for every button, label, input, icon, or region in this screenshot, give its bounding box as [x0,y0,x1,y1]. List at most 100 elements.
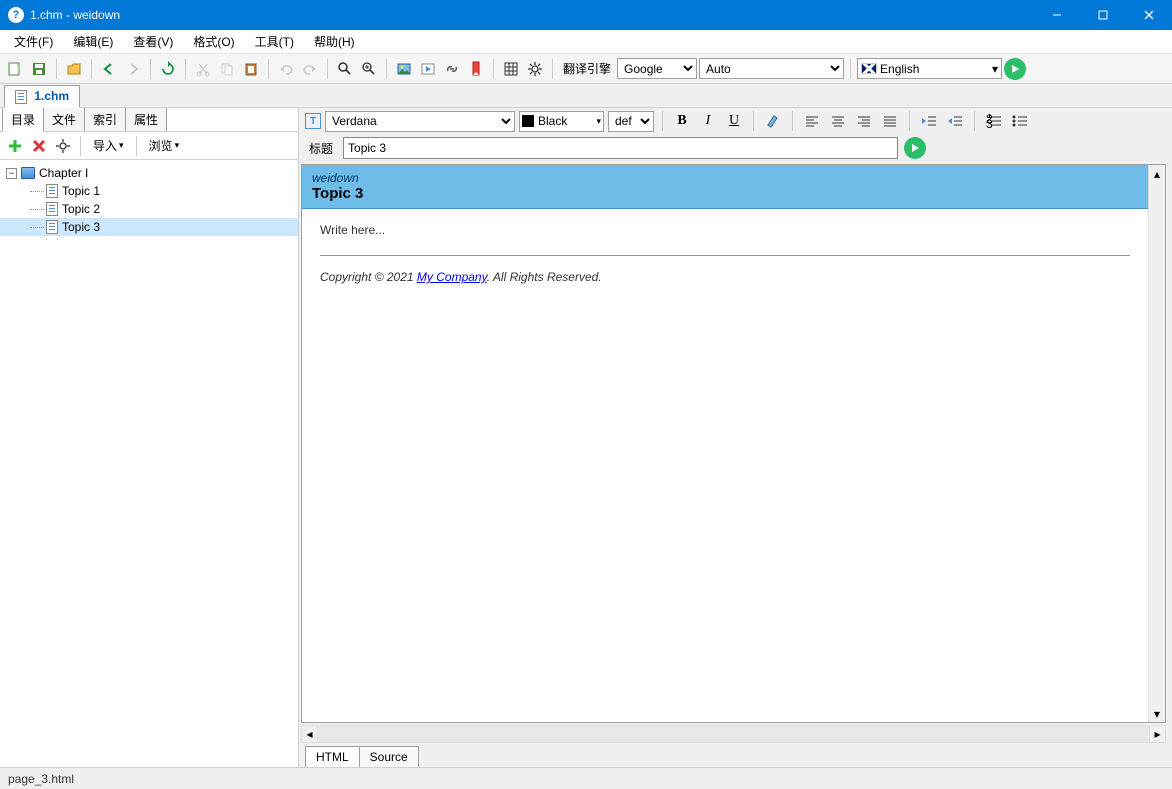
back-icon[interactable] [98,58,120,80]
size-select[interactable]: def [608,111,654,132]
forward-icon[interactable] [122,58,144,80]
bold-button[interactable]: B [671,110,693,132]
new-icon[interactable] [4,58,26,80]
translate-go-button[interactable] [1004,58,1026,80]
zoom-icon[interactable] [358,58,380,80]
translate-label: 翻译引擎 [559,60,615,77]
menu-tools[interactable]: 工具(T) [245,30,304,53]
italic-button[interactable]: I [697,110,719,132]
save-icon[interactable] [28,58,50,80]
image-icon[interactable] [393,58,415,80]
scroll-left-icon[interactable]: ◂ [301,725,318,743]
page-icon [46,220,58,234]
tab-files[interactable]: 文件 [43,108,85,131]
unordered-list-button[interactable] [1009,110,1031,132]
undo-icon[interactable] [275,58,297,80]
preview-body: Write here... Copyright © 2021 My Compan… [302,209,1148,298]
tab-toc[interactable]: 目录 [2,108,44,132]
toc-tree: − Chapter I Topic 1 Topic 2 Topic 3 [0,160,298,767]
title-row: 标题 [299,134,1172,162]
open-icon[interactable] [63,58,85,80]
ordered-list-button[interactable]: 123 [983,110,1005,132]
titlebar: ? 1.chm - weidown [0,0,1172,30]
tab-source[interactable]: Source [359,746,419,767]
copyright-footer: Copyright © 2021 My Company. All Rights … [320,270,1130,284]
preview-content[interactable]: weidown Topic 3 Write here... Copyright … [302,165,1148,722]
tree-chapter[interactable]: − Chapter I [0,164,298,182]
tree-topic-3[interactable]: Topic 3 [0,218,298,236]
menu-edit[interactable]: 编辑(E) [63,30,123,53]
menu-help[interactable]: 帮助(H) [304,30,365,53]
align-center-button[interactable] [827,110,849,132]
collapse-icon[interactable]: − [6,168,17,179]
page-icon [15,90,27,104]
link-icon[interactable] [441,58,463,80]
media-icon[interactable] [417,58,439,80]
scroll-track[interactable] [1149,182,1165,705]
underline-button[interactable]: U [723,110,745,132]
svg-text:3: 3 [986,117,993,128]
preview-header: weidown Topic 3 [302,165,1148,209]
add-icon[interactable] [4,135,26,157]
scroll-right-icon[interactable]: ▸ [1149,725,1166,743]
maximize-button[interactable] [1080,0,1126,30]
options-icon[interactable] [52,135,74,157]
highlight-button[interactable] [762,110,784,132]
tab-index[interactable]: 索引 [84,108,126,131]
remove-icon[interactable] [28,135,50,157]
tree-topic-2[interactable]: Topic 2 [0,200,298,218]
table-icon[interactable] [500,58,522,80]
window-title: 1.chm - weidown [30,8,1034,22]
topic-title: Topic 3 [312,185,1138,202]
horizontal-scrollbar[interactable]: ◂ ▸ [301,725,1166,743]
scroll-down-icon[interactable]: ▾ [1149,705,1165,722]
title-go-button[interactable] [904,137,926,159]
close-button[interactable] [1126,0,1172,30]
menu-file[interactable]: 文件(F) [4,30,63,53]
sidebar-tabs: 目录 文件 索引 属性 [0,108,298,132]
minimize-button[interactable] [1034,0,1080,30]
tab-html[interactable]: HTML [305,746,360,767]
file-tab[interactable]: 1.chm [4,85,80,108]
tab-properties[interactable]: 属性 [125,108,167,131]
outdent-button[interactable] [918,110,940,132]
source-lang-select[interactable]: Auto [699,58,844,79]
font-select[interactable]: Verdana [325,111,515,132]
cut-icon[interactable] [192,58,214,80]
copy-icon[interactable] [216,58,238,80]
import-dropdown[interactable]: 导入▾ [87,135,130,156]
preview-area: weidown Topic 3 Write here... Copyright … [301,164,1166,723]
refresh-icon[interactable] [157,58,179,80]
statusbar: page_3.html [0,767,1172,789]
book-icon [21,167,35,179]
bookmark-icon[interactable] [465,58,487,80]
page-icon [46,184,58,198]
redo-icon[interactable] [299,58,321,80]
browse-dropdown[interactable]: 浏览▾ [143,135,186,156]
color-swatch [522,115,534,127]
align-justify-button[interactable] [879,110,901,132]
title-input[interactable] [343,137,898,159]
target-lang-select[interactable]: English ▾ [857,58,1002,79]
find-icon[interactable] [334,58,356,80]
status-text: page_3.html [8,772,74,786]
divider [320,255,1130,256]
scroll-track-h[interactable] [318,725,1149,743]
sidebar: 目录 文件 索引 属性 导入▾ 浏览▾ − Chapter I Topic 1 [0,108,299,767]
color-select[interactable]: Black▾ [519,111,604,132]
paste-icon[interactable] [240,58,262,80]
body-text[interactable]: Write here... [320,223,1130,237]
tree-topic-1[interactable]: Topic 1 [0,182,298,200]
align-right-button[interactable] [853,110,875,132]
indent-button[interactable] [944,110,966,132]
app-icon: ? [8,7,24,23]
flag-uk-icon [861,63,877,74]
menu-view[interactable]: 查看(V) [123,30,183,53]
company-link[interactable]: My Company [417,270,487,284]
engine-select[interactable]: Google [617,58,697,79]
menu-format[interactable]: 格式(O) [183,30,244,53]
scroll-up-icon[interactable]: ▴ [1149,165,1165,182]
align-left-button[interactable] [801,110,823,132]
vertical-scrollbar[interactable]: ▴ ▾ [1148,165,1165,722]
settings-icon[interactable] [524,58,546,80]
